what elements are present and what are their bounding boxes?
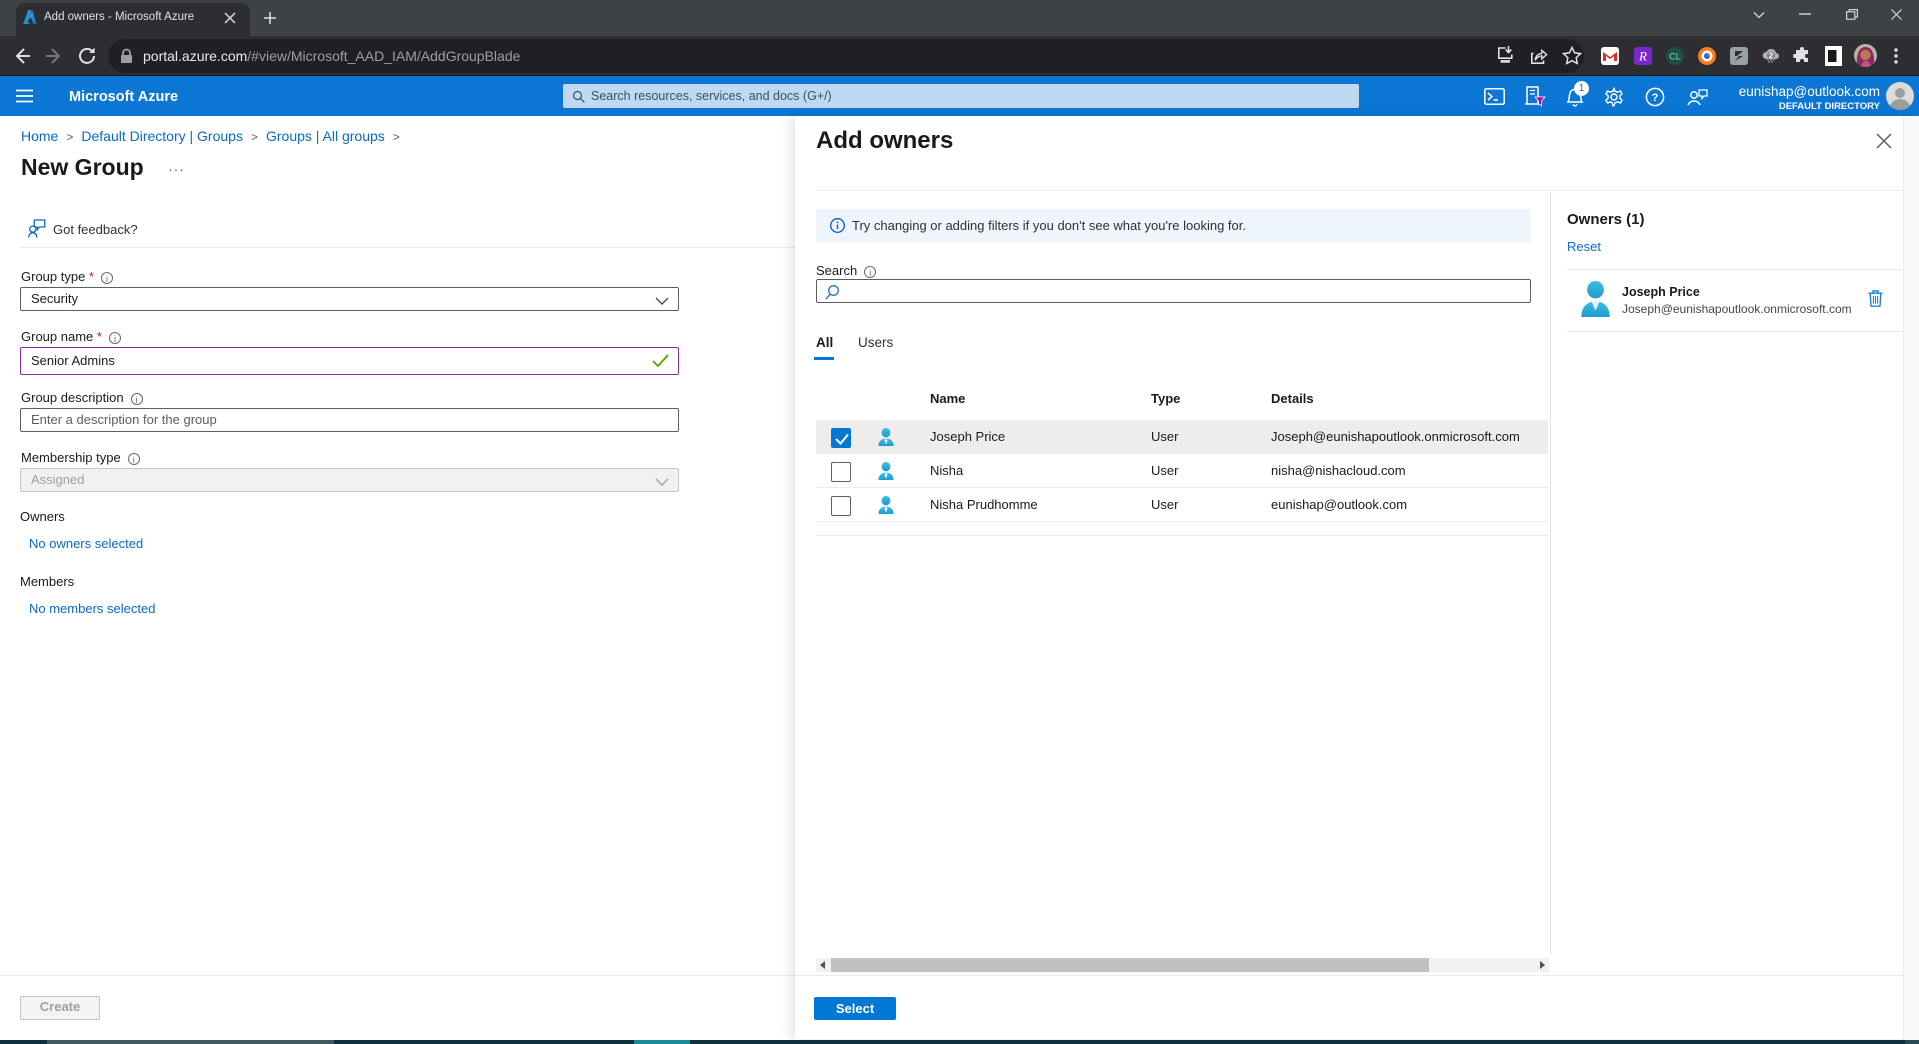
svg-text:CL: CL bbox=[1669, 52, 1681, 62]
svg-text:R: R bbox=[1638, 49, 1647, 64]
svg-text:2: 2 bbox=[1769, 52, 1774, 61]
